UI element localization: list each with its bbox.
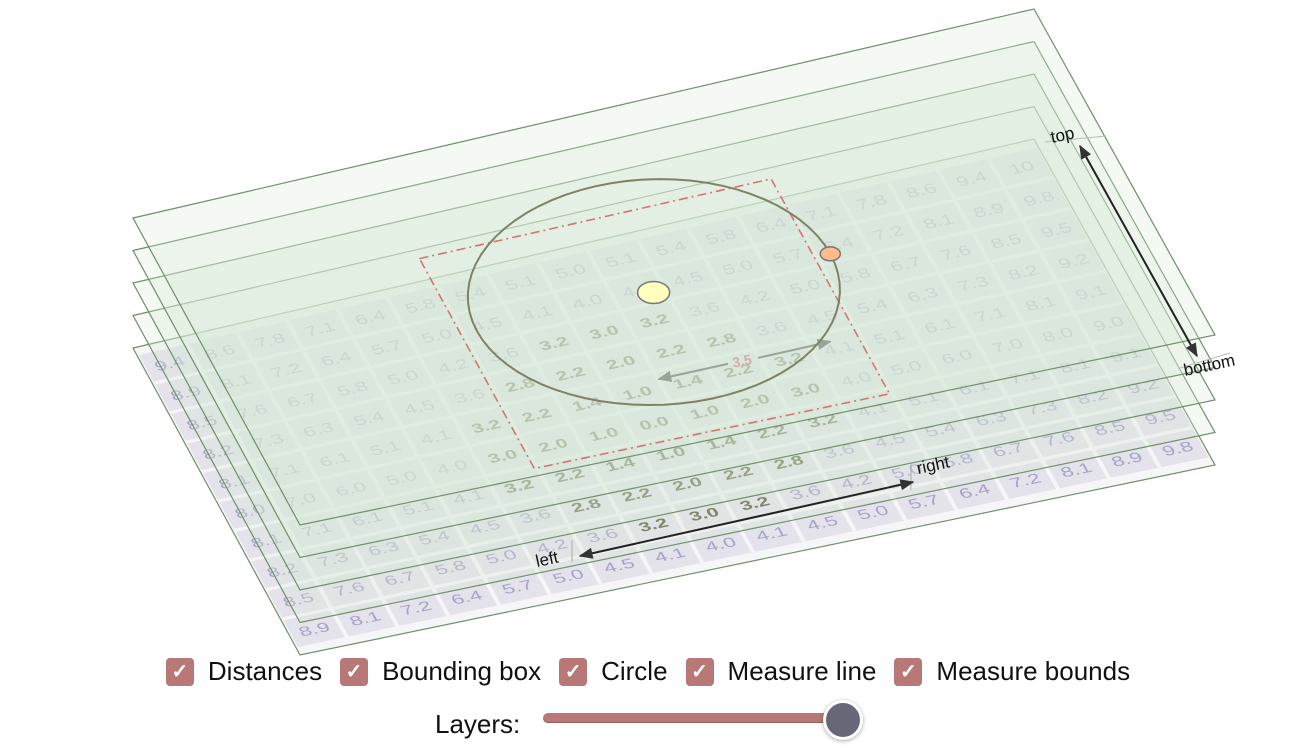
overlay-layers: 3.5 (132, 8, 1216, 624)
checkbox-checked-icon[interactable]: ✓ (165, 657, 194, 686)
checkbox-label: Measure line (727, 656, 877, 686)
circle-center-dot (636, 280, 671, 305)
checkbox-checked-icon[interactable]: ✓ (559, 657, 588, 686)
measure-line-checkbox[interactable]: ✓ Measure line (685, 656, 877, 687)
checkbox-checked-icon[interactable]: ✓ (685, 657, 714, 686)
checkbox-label: Measure bounds (936, 656, 1131, 686)
checkbox-checked-icon[interactable]: ✓ (340, 657, 369, 686)
checkbox-label: Distances (207, 656, 323, 686)
checkbox-label: Circle (601, 656, 668, 686)
checkbox-checked-icon[interactable]: ✓ (894, 657, 923, 686)
layers-slider-track[interactable] (543, 713, 845, 723)
layers-slider-thumb[interactable] (823, 700, 863, 740)
measure-bounds-checkbox[interactable]: ✓ Measure bounds (894, 656, 1130, 687)
overlay-toggles: ✓ Distances ✓ Bounding box ✓ Circle ✓ Measur… (0, 656, 1296, 687)
checkbox-label: Bounding box (382, 656, 542, 686)
bounding-box-checkbox[interactable]: ✓ Bounding box (340, 656, 541, 687)
layered-grid-scene: 9.48.67.87.16.45.85.45.15.05.15.45.86.47… (132, 8, 1237, 656)
distances-checkbox[interactable]: ✓ Distances (165, 656, 323, 687)
layers-label: Layers: (435, 709, 521, 739)
circle-edge-dot (819, 246, 842, 262)
circle-checkbox[interactable]: ✓ Circle (559, 656, 668, 687)
layers-control: Layers: (0, 700, 1296, 748)
